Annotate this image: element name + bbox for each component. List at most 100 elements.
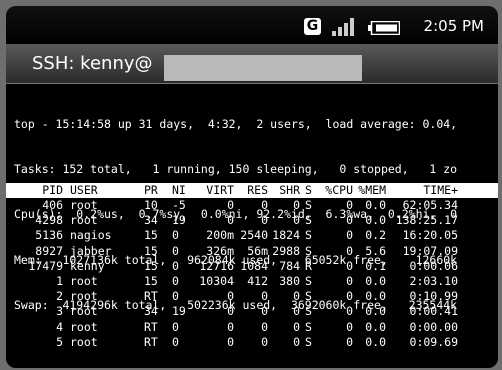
cell-state: S — [305, 289, 312, 304]
table-row: 5136 nagios 15 0 200m 2540 1824 S 0 0.2 16:20.05 — [6, 228, 498, 243]
table-row: 1 root 15 0 10304 412 380 S 0 0.0 2:03.10 — [6, 274, 498, 289]
cell-state: S — [305, 198, 312, 212]
table-row: 4 root RT 0 0 0 0 S 0 0.0 0:00.00 — [6, 320, 498, 335]
cell-time: 19:07.09 — [402, 243, 458, 258]
cell-user: root — [70, 198, 98, 212]
carrier-badge: G — [304, 18, 321, 35]
cell-cpu: 0 — [346, 304, 353, 319]
app-title-bar: SSH: kenny@ — [6, 44, 498, 84]
cell-pr: RT — [144, 289, 158, 304]
process-table: PID USER PR NI VIRT RES SHR S %CPU %MEM TIME+ 406 r… — [6, 183, 498, 350]
cell-ni: 19 — [172, 304, 186, 319]
redacted-hostname — [164, 55, 362, 81]
summary-line-tasks: Tasks: 152 total, 1 running, 150 sleepin… — [14, 162, 458, 177]
column-header-ni: NI — [172, 183, 186, 197]
column-header-state: S — [305, 183, 312, 197]
cell-time: 0:10.99 — [409, 289, 458, 304]
cell-state: S — [305, 228, 312, 243]
cell-pr: 34 — [144, 304, 158, 319]
cell-ni: 0 — [172, 319, 179, 334]
cell-time: 0:00.00 — [409, 319, 458, 334]
cell-state: S — [305, 334, 312, 349]
cell-pr: 10 — [144, 198, 158, 212]
cell-res: 0 — [261, 304, 268, 319]
table-row: 406 root 10 -5 0 0 0 S 0 0.0 62:05.34 — [6, 198, 498, 213]
cell-shr: 1824 — [272, 228, 300, 243]
cell-ni: 19 — [172, 213, 186, 228]
cell-virt: 0 — [227, 304, 234, 319]
cell-virt: 326m — [206, 243, 234, 258]
cell-mem: 0.0 — [365, 198, 386, 212]
cell-shr: 0 — [293, 198, 300, 212]
table-header: PID USER PR NI VIRT RES SHR S %CPU %MEM TIME+ — [6, 183, 498, 198]
cell-ni: 0 — [172, 258, 179, 273]
column-header-user: USER — [70, 183, 98, 197]
cell-shr: 2988 — [272, 243, 300, 258]
cell-res: 412 — [247, 273, 268, 288]
column-header-shr: SHR — [279, 183, 300, 197]
cell-pr: 15 — [144, 258, 158, 273]
cell-virt: 0 — [227, 213, 234, 228]
phone-screen: G 2:05 PM SSH: kenny@ top - 15:14:58 up … — [6, 6, 498, 368]
cell-pid: 3 — [56, 304, 63, 319]
cell-state: S — [305, 213, 312, 228]
table-row: 3 root 34 19 0 0 0 S 0 0.0 0:00.41 — [6, 304, 498, 319]
clock: 2:05 PM — [423, 17, 484, 35]
cell-user: root — [70, 304, 98, 319]
cell-ni: 0 — [172, 273, 179, 288]
cell-cpu: 0 — [346, 319, 353, 334]
cell-cpu: 0 — [346, 334, 353, 349]
cell-res: 0 — [261, 198, 268, 212]
column-header-time: TIME+ — [423, 183, 458, 197]
cell-user: root — [70, 334, 98, 349]
table-row: 17479 kenny 15 0 12716 1084 784 R 0 0.1 0:00.06 — [6, 259, 498, 274]
cell-user: root — [70, 213, 98, 228]
cell-pr: 15 — [144, 273, 158, 288]
cell-shr: 0 — [293, 304, 300, 319]
cell-cpu: 0 — [346, 273, 353, 288]
table-row: 2 root RT 0 0 0 0 S 0 0.0 0:10.99 — [6, 289, 498, 304]
window-title: SSH: kenny@ — [32, 53, 153, 74]
cell-time: 0:00.41 — [409, 304, 458, 319]
cell-pid: 4 — [56, 319, 63, 334]
cell-mem: 0.0 — [365, 273, 386, 288]
cell-shr: 0 — [293, 289, 300, 304]
cell-mem: 0.1 — [365, 258, 386, 273]
terminal-output[interactable]: top - 15:14:58 up 31 days, 4:32, 2 users… — [6, 85, 498, 368]
cell-state: S — [305, 273, 312, 288]
cell-res: 56m — [247, 243, 268, 258]
cell-user: kenny — [70, 258, 105, 273]
cell-pid: 1 — [56, 273, 63, 288]
cell-cpu: 0 — [346, 258, 353, 273]
cell-pr: 15 — [144, 243, 158, 258]
cell-virt: 200m — [206, 228, 234, 243]
cell-cpu: 0 — [346, 198, 353, 212]
cell-pid: 8927 — [35, 243, 63, 258]
cell-virt: 0 — [227, 198, 234, 212]
cell-pid: 2 — [56, 289, 63, 304]
cell-time: 138:25.17 — [395, 213, 458, 228]
column-header-mem: %MEM — [358, 183, 386, 197]
cell-user: root — [70, 289, 98, 304]
table-row: 8927 jabber 15 0 326m 56m 2988 S 0 5.6 19:07.09 — [6, 244, 498, 259]
signal-icon — [332, 18, 354, 36]
status-bar: G 2:05 PM — [6, 6, 498, 44]
cell-time: 62:05.34 — [402, 198, 458, 212]
cell-cpu: 0 — [346, 243, 353, 258]
cell-mem: 0.0 — [365, 334, 386, 349]
cell-pr: 34 — [144, 213, 158, 228]
cell-mem: 0.0 — [365, 304, 386, 319]
cell-user: root — [70, 273, 98, 288]
cell-res: 0 — [261, 289, 268, 304]
cell-ni: -5 — [172, 198, 186, 212]
cell-state: S — [305, 243, 312, 258]
cell-user: jabber — [70, 243, 112, 258]
cell-ni: 0 — [172, 289, 179, 304]
column-header-virt: VIRT — [206, 183, 234, 197]
table-row: 4298 root 34 19 0 0 0 S 0 0.0 138:25.17 — [6, 213, 498, 228]
cell-cpu: 0 — [346, 228, 353, 243]
cell-cpu: 0 — [346, 213, 353, 228]
cell-pr: RT — [144, 334, 158, 349]
cell-shr: 0 — [293, 334, 300, 349]
cell-pid: 4298 — [35, 213, 63, 228]
